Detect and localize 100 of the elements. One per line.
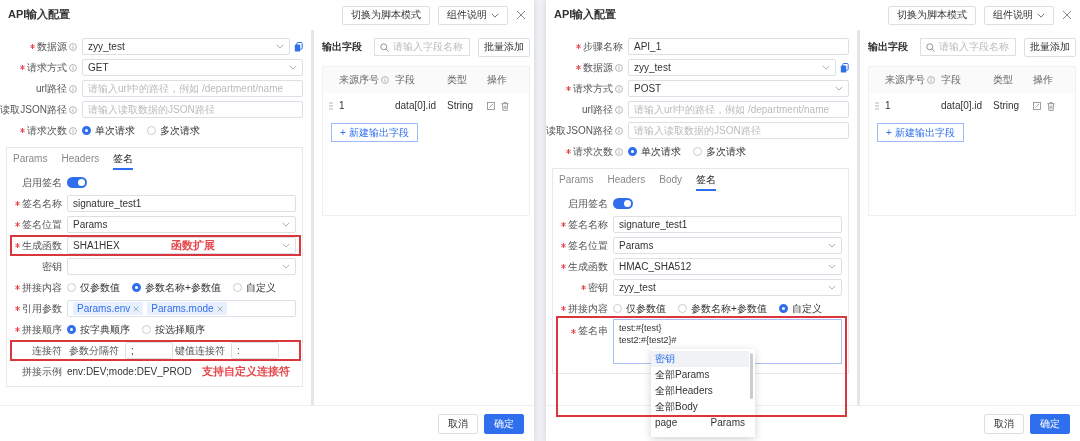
field-label: 拼接内容 bbox=[22, 281, 62, 294]
radio-option[interactable]: 参数名称+参数值 bbox=[132, 281, 221, 294]
tab[interactable]: Headers bbox=[607, 174, 646, 191]
tab[interactable]: Body bbox=[659, 174, 683, 191]
batch-add-button[interactable]: 批量添加 bbox=[478, 37, 530, 57]
column-header: 字段 bbox=[941, 74, 961, 85]
column-header: 来源序号 bbox=[339, 74, 379, 86]
radio-option[interactable]: 自定义 bbox=[778, 302, 822, 315]
confirm-button[interactable]: 确定 bbox=[1030, 413, 1070, 434]
column-header: 字段 bbox=[395, 74, 415, 85]
menu-item[interactable]: 全部Headers bbox=[651, 383, 749, 399]
section-title: 输出字段 bbox=[868, 41, 908, 53]
tag-input-field[interactable]: Params.env Params.mode bbox=[67, 300, 296, 317]
dropdown-button[interactable]: 组件说明 bbox=[984, 5, 1054, 25]
cancel-button[interactable]: 取消 bbox=[984, 413, 1024, 434]
chevron-down-icon bbox=[491, 12, 499, 18]
add-field-button[interactable]: + 新建输出字段 bbox=[877, 123, 964, 142]
radio-option[interactable]: 自定义 bbox=[232, 281, 276, 294]
annotation-text: 函数扩展 bbox=[171, 238, 216, 253]
remove-icon[interactable] bbox=[216, 305, 223, 312]
delete-icon[interactable] bbox=[501, 101, 509, 111]
menu-item[interactable]: 全部Body bbox=[651, 399, 749, 415]
dialog-title: API输入配置 bbox=[554, 8, 617, 22]
select-field[interactable]: POST bbox=[628, 80, 849, 97]
copy-icon[interactable] bbox=[840, 62, 849, 73]
copy-icon[interactable] bbox=[294, 41, 303, 52]
tab[interactable]: Headers bbox=[61, 153, 100, 170]
column-header: 操作 bbox=[487, 74, 507, 86]
radio-option[interactable]: 多次请求 bbox=[693, 145, 746, 158]
search-icon bbox=[380, 42, 389, 52]
tab[interactable]: Params bbox=[13, 153, 48, 170]
add-field-button[interactable]: + 新建输出字段 bbox=[331, 123, 418, 142]
remove-icon[interactable] bbox=[133, 305, 140, 312]
menu-item-label: page bbox=[655, 417, 678, 429]
dropdown-button[interactable]: 组件说明 bbox=[438, 5, 508, 25]
toggle-switch[interactable] bbox=[67, 177, 87, 188]
menu-item[interactable]: page Params bbox=[651, 415, 749, 431]
table-cell-text: data[0].id bbox=[395, 100, 438, 112]
select-field[interactable]: zyy_test bbox=[628, 59, 836, 76]
edit-icon[interactable] bbox=[1033, 102, 1041, 110]
select-field[interactable]: zyy_test bbox=[82, 38, 290, 55]
search-field[interactable]: 请输入字段名称 bbox=[920, 38, 1016, 56]
radio-option[interactable]: 单次请求 bbox=[82, 124, 135, 137]
chevron-down-icon bbox=[282, 264, 290, 269]
confirm-button[interactable]: 确定 bbox=[484, 413, 524, 434]
radio-option[interactable]: 按选择顺序 bbox=[142, 323, 205, 336]
field-label: 密钥 bbox=[588, 281, 608, 294]
toggle-switch[interactable] bbox=[613, 198, 633, 209]
drag-handle-icon[interactable] bbox=[875, 102, 879, 110]
select-field[interactable]: Params bbox=[67, 216, 296, 233]
tag-label: Params.mode bbox=[151, 302, 214, 315]
input-field[interactable]: signature_test1 bbox=[67, 195, 296, 212]
field-label: 拼接示例 bbox=[22, 365, 62, 378]
table-cell: 1 bbox=[885, 100, 891, 112]
field-label: 生成函数 bbox=[568, 260, 608, 273]
cancel-button[interactable]: 取消 bbox=[438, 413, 478, 434]
batch-add-button[interactable]: 批量添加 bbox=[1024, 37, 1076, 57]
example-text: env:DEV;mode:DEV_PROD bbox=[67, 365, 192, 378]
select-field[interactable] bbox=[67, 258, 296, 275]
delete-icon[interactable] bbox=[1047, 101, 1055, 111]
field-label: 签名串 bbox=[578, 325, 608, 337]
select-field[interactable]: GET bbox=[82, 59, 303, 76]
input-field[interactable]: API_1 bbox=[628, 38, 849, 55]
tab[interactable]: Params bbox=[559, 174, 594, 191]
search-field[interactable]: 请输入字段名称 bbox=[374, 38, 470, 56]
radio-option[interactable]: 单次请求 bbox=[628, 145, 681, 158]
select-field[interactable]: Params bbox=[613, 237, 842, 254]
edit-icon[interactable] bbox=[487, 102, 495, 110]
menu-item[interactable]: 密钥 bbox=[651, 351, 749, 367]
tab[interactable]: 签名 bbox=[113, 153, 134, 170]
field-label: 签名名称 bbox=[568, 218, 608, 231]
field-label: 参数分隔符 bbox=[69, 344, 119, 357]
radio-option[interactable]: 仅参数值 bbox=[67, 281, 120, 294]
radio-option[interactable]: 按字典顺序 bbox=[67, 323, 130, 336]
tab[interactable]: 签名 bbox=[696, 174, 717, 191]
mode-button[interactable]: 切换为脚本模式 bbox=[342, 5, 430, 25]
close-icon[interactable] bbox=[516, 10, 526, 20]
radio-option[interactable]: 多次请求 bbox=[147, 124, 200, 137]
input-field[interactable]: 请输入url中的路径，例如 /department/name bbox=[82, 80, 303, 97]
column-header: 来源序号 bbox=[885, 74, 925, 86]
menu-item-detail: Params bbox=[710, 417, 745, 429]
input-field[interactable]: : bbox=[231, 342, 279, 359]
mode-button[interactable]: 切换为脚本模式 bbox=[888, 5, 976, 25]
input-field[interactable]: 请输入url中的路径，例如 /department/name bbox=[628, 101, 849, 118]
drag-handle-icon[interactable] bbox=[329, 102, 333, 110]
tag-label: Params.env bbox=[77, 302, 131, 315]
input-field[interactable]: ; bbox=[125, 342, 173, 359]
input-field[interactable]: 请输入读取数据的JSON路径 bbox=[82, 101, 303, 118]
table-cell-text: data[0].id bbox=[941, 100, 984, 112]
radio-option[interactable]: 仅参数值 bbox=[613, 302, 666, 315]
menu-item[interactable]: 全部Params bbox=[651, 367, 749, 383]
field-label: 请求方式 bbox=[573, 82, 613, 95]
input-field[interactable]: 请输入读取数据的JSON路径 bbox=[628, 122, 849, 139]
column-header: 操作 bbox=[1033, 74, 1053, 86]
select-field[interactable]: HMAC_SHA512 bbox=[613, 258, 842, 275]
select-field[interactable]: zyy_test bbox=[613, 279, 842, 296]
close-icon[interactable] bbox=[1062, 10, 1072, 20]
input-field[interactable]: signature_test1 bbox=[613, 216, 842, 233]
table-cell-text: String bbox=[447, 100, 475, 112]
radio-option[interactable]: 参数名称+参数值 bbox=[678, 302, 767, 315]
